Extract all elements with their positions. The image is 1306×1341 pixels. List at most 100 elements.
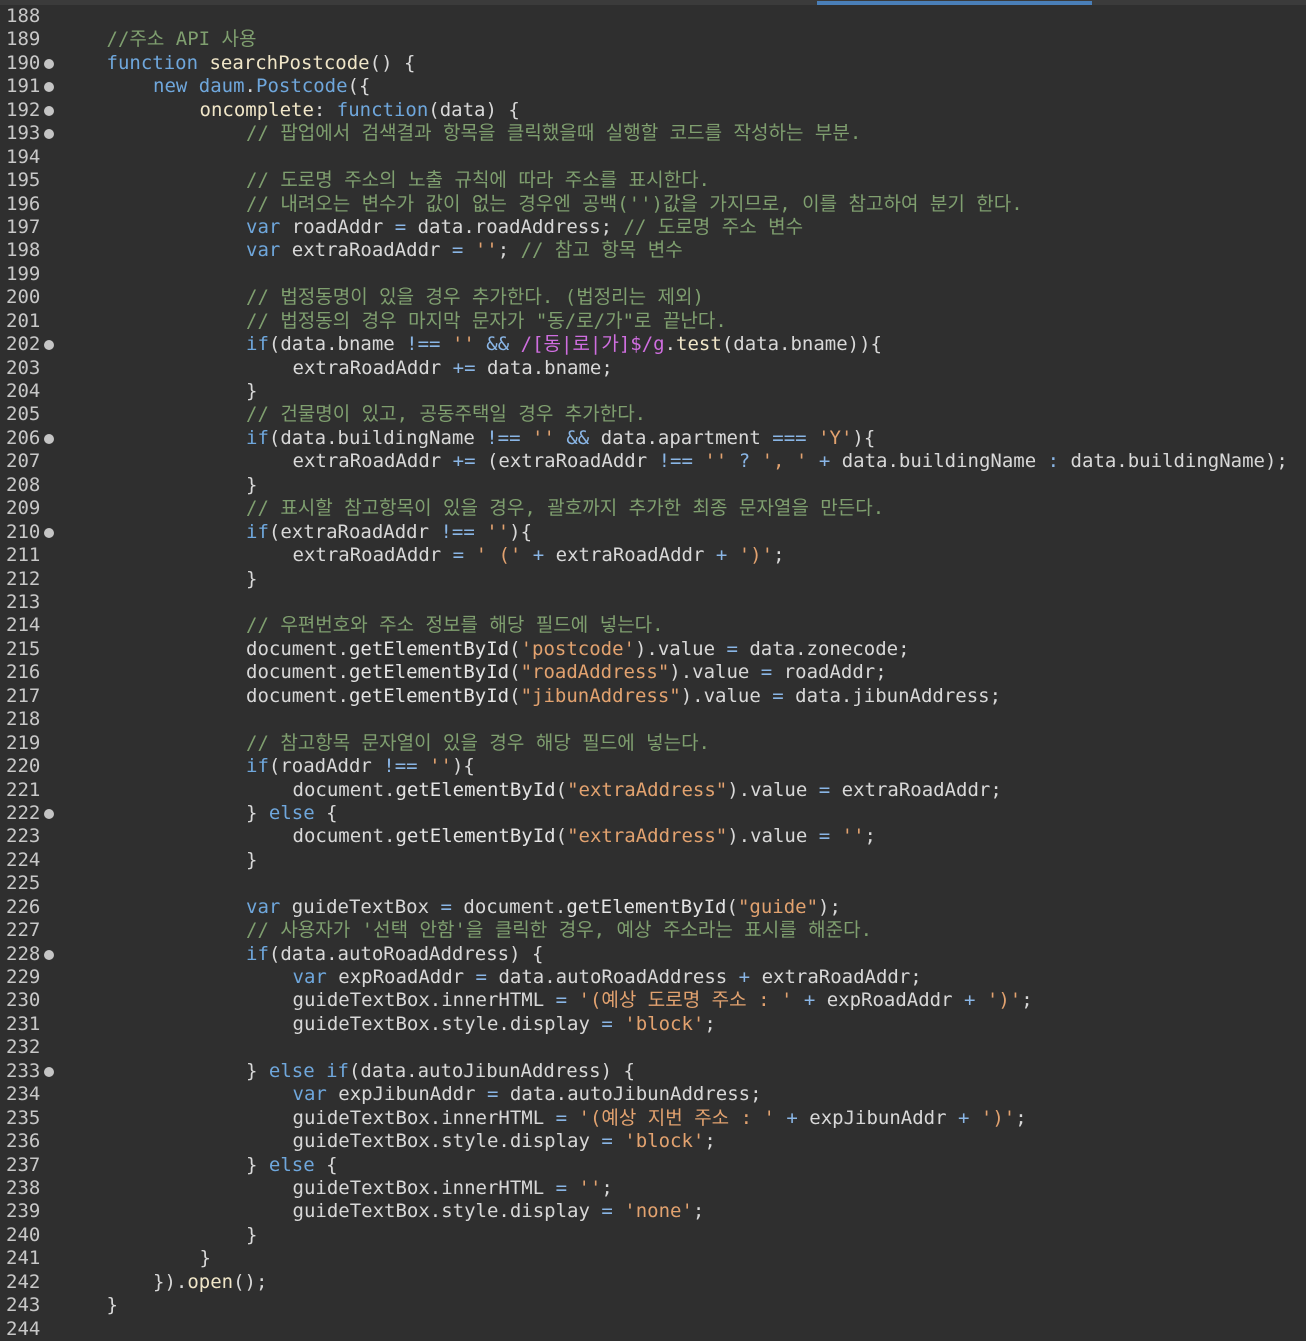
code-token: ; [1021, 989, 1033, 1012]
code-line[interactable]: 199 [0, 263, 1306, 286]
code-line[interactable]: 218 [0, 708, 1306, 731]
code-line[interactable]: 224} [0, 849, 1306, 872]
line-number: 242 [6, 1270, 41, 1293]
code-line[interactable]: 194 [0, 146, 1306, 169]
code-line[interactable]: 195 // 도로명 주소의 노출 규칙에 따라 주소를 표시한다. [0, 169, 1306, 192]
fold-toggle-icon[interactable] [44, 808, 54, 819]
code-line[interactable]: 211 extraRoadAddr = ' (' + extraRoadAddr … [0, 544, 1306, 567]
code-line[interactable]: 243} [0, 1294, 1306, 1317]
code-line[interactable]: 192 oncomplete: function(data) { [0, 99, 1306, 122]
code-line[interactable]: 241} [0, 1247, 1306, 1270]
code-line[interactable]: 242}).open(); [0, 1271, 1306, 1294]
code-line[interactable]: 236 guideTextBox.style.display = 'block'; [0, 1130, 1306, 1153]
code-line[interactable]: 209 // 표시할 참고항목이 있을 경우, 괄호까지 추가한 최종 문자열을 … [0, 497, 1306, 520]
code-text: } [246, 1224, 257, 1247]
code-line[interactable]: 215 document.getElementById('postcode').v… [0, 638, 1306, 661]
code-line[interactable]: 191 new daum.Postcode({ [0, 75, 1306, 98]
line-number: 225 [6, 872, 41, 895]
code-line[interactable]: 239 guideTextBox.style.display = 'none'; [0, 1200, 1306, 1223]
code-line[interactable]: 225 [0, 872, 1306, 895]
code-line[interactable]: 240} [0, 1224, 1306, 1247]
code-text: var roadAddr = data.roadAddress; // 도로명 … [246, 216, 803, 239]
code-line[interactable]: 216 document.getElementById("roadAddress"… [0, 661, 1306, 684]
line-number: 216 [6, 661, 41, 684]
code-line[interactable]: 229 var expRoadAddr = data.autoRoadAddres… [0, 966, 1306, 989]
code-line[interactable]: 213 [0, 591, 1306, 614]
fold-toggle-icon[interactable] [44, 58, 54, 69]
code-line[interactable]: 212} [0, 568, 1306, 591]
code-token: } [246, 567, 258, 590]
code-token: !== [383, 755, 418, 778]
code-text: new daum.Postcode({ [153, 75, 370, 98]
code-line[interactable]: 233} else if(data.autoJibunAddress) { [0, 1060, 1306, 1083]
code-line[interactable]: 221 document.getElementById("extraAddress… [0, 779, 1306, 802]
code-line[interactable]: 234 var expJibunAddr = data.autoJibunAddr… [0, 1083, 1306, 1106]
code-token: else if [268, 1059, 349, 1082]
fold-toggle-icon[interactable] [44, 433, 54, 444]
code-token: Postcode [256, 75, 348, 98]
code-line[interactable]: 197 var roadAddr = data.roadAddress; // 도… [0, 216, 1306, 239]
code-line[interactable]: 230 guideTextBox.innerHTML = '(예상 도로명 주소 … [0, 989, 1306, 1012]
code-line[interactable]: 188 [0, 5, 1306, 28]
code-line[interactable]: 206 if(data.buildingName !== '' && data.a… [0, 427, 1306, 450]
code-token: // 건물명이 있고, 공동주택일 경우 추가한다. [246, 403, 647, 426]
code-line[interactable]: 200 // 법정동명이 있을 경우 추가한다. (법정리는 제외) [0, 286, 1306, 309]
code-line[interactable]: 205 // 건물명이 있고, 공동주택일 경우 추가한다. [0, 403, 1306, 426]
code-line[interactable]: 237} else { [0, 1154, 1306, 1177]
code-editor[interactable]: 188 189 //주소 API 사용 190 function searchPostc… [0, 5, 1306, 1341]
code-line[interactable]: 228 if(data.autoRoadAddress) { [0, 943, 1306, 966]
code-line[interactable]: 207 extraRoadAddr += (extraRoadAddr !== '… [0, 450, 1306, 473]
code-text: function searchPostcode() { [107, 52, 416, 75]
code-token: + [957, 1106, 970, 1129]
code-line[interactable]: 226 var guideTextBox = document.getElemen… [0, 896, 1306, 919]
code-line[interactable]: 208} [0, 474, 1306, 497]
code-line[interactable]: 222} else { [0, 802, 1306, 825]
code-line[interactable]: 204} [0, 380, 1306, 403]
code-token: if [246, 426, 269, 449]
code-line[interactable]: 238 guideTextBox.innerHTML = ''; [0, 1177, 1306, 1200]
code-text: // 우편번호와 주소 정보를 해당 필드에 넣는다. [246, 614, 664, 637]
code-line[interactable]: 219 // 참고항목 문자열이 있을 경우 해당 필드에 넣는다. [0, 732, 1306, 755]
code-line[interactable]: 189 //주소 API 사용 [0, 28, 1306, 51]
fold-toggle-icon[interactable] [44, 105, 54, 116]
code-token: guideTextBox.innerHTML [292, 1177, 556, 1199]
code-token: daum [198, 75, 245, 98]
code-line[interactable]: 232 [0, 1036, 1306, 1059]
code-line[interactable]: 202 if(data.bname !== '' && /[동|로|가]$/g.t… [0, 333, 1306, 356]
fold-toggle-icon[interactable] [44, 1066, 54, 1077]
code-token: = [394, 215, 407, 238]
code-line[interactable]: 203 extraRoadAddr += data.bname; [0, 357, 1306, 380]
code-token: ).value [634, 637, 727, 660]
code-line[interactable]: 198 var extraRoadAddr = ''; // 참고 항목 변수 [0, 239, 1306, 262]
code-line[interactable]: 227 // 사용자가 '선택 안함'을 클릭한 경우, 예상 주소라는 표시를 … [0, 919, 1306, 942]
fold-toggle-icon[interactable] [44, 527, 54, 538]
code-token: === [772, 426, 807, 449]
code-line[interactable]: 217 document.getElementById("jibunAddress… [0, 685, 1306, 708]
code-line[interactable]: 190 function searchPostcode() { [0, 52, 1306, 75]
code-token: var [292, 966, 327, 989]
code-token: guideTextBox.style.display [292, 1200, 602, 1223]
code-token: "extraAddress" [567, 825, 728, 848]
code-line[interactable]: 214 // 우편번호와 주소 정보를 해당 필드에 넣는다. [0, 614, 1306, 637]
code-line[interactable]: 244 [0, 1318, 1306, 1341]
code-line[interactable]: 210 if(extraRoadAddr !== ''){ [0, 521, 1306, 544]
code-token: // 법정동의 경우 마지막 문자가 "동/로/가"로 끝난다. [246, 309, 727, 332]
code-line[interactable]: 235 guideTextBox.innerHTML = '(예상 지번 주소 :… [0, 1107, 1306, 1130]
code-line[interactable]: 193// 팝업에서 검색결과 항목을 클릭했을때 실행할 코드를 작성하는 부… [0, 122, 1306, 145]
code-line[interactable]: 201 // 법정동의 경우 마지막 문자가 "동/로/가"로 끝난다. [0, 310, 1306, 333]
code-line[interactable]: 223 document.getElementById("extraAddress… [0, 825, 1306, 848]
code-line[interactable]: 231 guideTextBox.style.display = 'block'; [0, 1013, 1306, 1036]
fold-toggle-icon[interactable] [44, 949, 54, 960]
line-number: 197 [6, 215, 41, 238]
code-text: if(data.bname !== '' && /[동|로|가]$/g.test… [246, 333, 882, 356]
code-text: if(data.buildingName !== '' && data.apar… [246, 427, 875, 450]
code-token: ')' [738, 544, 774, 567]
code-line[interactable]: 196 // 내려오는 변수가 값이 없는 경우엔 공백('')값을 가지므로, … [0, 193, 1306, 216]
code-text: } else if(data.autoJibunAddress) { [246, 1060, 635, 1083]
code-text: // 법정동명이 있을 경우 추가한다. (법정리는 제외) [246, 286, 704, 309]
code-token: function [336, 98, 429, 121]
code-token: expJibunAddr [797, 1106, 958, 1129]
code-line[interactable]: 220 if(roadAddr !== ''){ [0, 755, 1306, 778]
line-number: 236 [6, 1130, 41, 1153]
